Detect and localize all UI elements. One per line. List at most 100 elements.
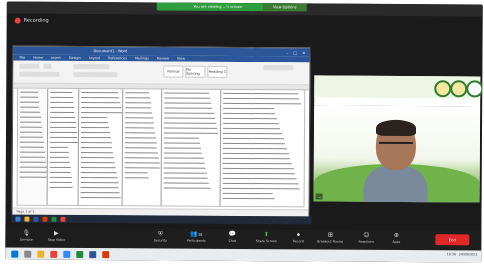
document-table	[16, 87, 306, 208]
text-line	[50, 141, 78, 143]
text-line	[19, 136, 43, 138]
text-line	[223, 197, 275, 200]
ppt-app-icon[interactable]	[102, 250, 110, 258]
word-title: Document1 - Word	[93, 49, 128, 54]
text-line	[223, 152, 289, 155]
text-line	[125, 102, 151, 104]
powerpoint-icon[interactable]	[42, 216, 48, 222]
text-line	[50, 91, 73, 93]
chrome-icon[interactable]	[60, 216, 66, 222]
apps-button[interactable]: ⊕ Apps	[381, 232, 411, 244]
menu-insert[interactable]: Insert	[51, 56, 61, 60]
text-line	[223, 167, 294, 170]
text-line	[81, 92, 119, 94]
explorer-icon[interactable]	[24, 216, 30, 222]
browser-icon[interactable]	[50, 250, 58, 258]
text-line	[125, 147, 158, 149]
style-heading1[interactable]: Heading 1	[207, 65, 228, 78]
monitor-screen: You are viewing ...'s screen View Option…	[5, 1, 483, 263]
menu-mailings[interactable]: Mailings	[135, 56, 149, 60]
paragraph-buttons[interactable]	[73, 63, 110, 70]
text-line	[80, 192, 120, 194]
word-icon[interactable]	[33, 216, 39, 222]
zoom-icon[interactable]	[63, 250, 71, 258]
share-banner[interactable]: You are viewing ...'s screen	[156, 2, 279, 12]
align-buttons[interactable]	[73, 71, 118, 78]
start-icon[interactable]	[15, 216, 21, 222]
text-line	[125, 97, 151, 99]
text-line	[125, 132, 156, 134]
breakout-label: Breakout Rooms	[317, 239, 344, 244]
text-line	[50, 131, 77, 133]
text-line	[80, 162, 115, 164]
logo-3	[466, 80, 483, 98]
excel-icon[interactable]	[51, 216, 57, 222]
chat-label: Chat	[228, 238, 237, 243]
minimize-icon[interactable]: –	[286, 50, 288, 55]
text-line	[125, 117, 153, 119]
text-line	[80, 122, 109, 124]
menu-review[interactable]: Review	[157, 56, 169, 60]
text-line	[163, 132, 219, 134]
end-button[interactable]: End	[435, 234, 470, 246]
word-app-icon[interactable]	[89, 250, 97, 258]
text-line	[50, 96, 73, 98]
security-button[interactable]: ⛨ Security	[145, 230, 175, 242]
editing-buttons[interactable]	[263, 65, 294, 71]
font-box[interactable]	[19, 63, 40, 69]
view-options-button[interactable]: View Options	[262, 3, 307, 12]
text-line	[125, 122, 154, 124]
menu-references[interactable]: References	[108, 56, 127, 60]
folder-icon[interactable]	[37, 250, 45, 258]
participants-button[interactable]: 👥38 Participants	[181, 231, 211, 243]
chat-button[interactable]: 💬 Chat	[217, 231, 247, 243]
record-button[interactable]: ⏺ Record	[283, 231, 313, 243]
text-line	[50, 166, 71, 168]
slide-preview	[314, 75, 483, 107]
speaker-video[interactable]: ...	[313, 105, 481, 203]
menu-layout[interactable]: Layout	[89, 56, 101, 60]
text-line	[223, 102, 302, 105]
menu-view[interactable]: View	[177, 57, 185, 61]
menu-home[interactable]: Home	[33, 56, 43, 60]
recording-indicator[interactable]: Recording	[14, 17, 49, 24]
reactions-button[interactable]: ☺ Reactions	[351, 232, 381, 244]
style-no-spacing[interactable]: No Spacing	[185, 65, 206, 78]
text-line	[223, 117, 278, 120]
windows-start-icon[interactable]	[11, 250, 19, 258]
font-size-box[interactable]	[43, 63, 52, 69]
menu-file[interactable]: File	[19, 56, 25, 60]
text-line	[80, 177, 118, 179]
breakout-button[interactable]: ⊞ Breakout Rooms	[315, 231, 345, 244]
format-buttons[interactable]	[19, 71, 60, 77]
text-line	[223, 192, 273, 195]
maximize-icon[interactable]: □	[293, 50, 297, 55]
share-label: Share Screen	[255, 239, 277, 244]
text-line	[163, 157, 204, 159]
text-line	[223, 177, 297, 180]
text-line	[80, 157, 115, 159]
app-icon-green[interactable]	[76, 250, 84, 258]
record-dot-icon	[14, 17, 21, 24]
text-line	[50, 126, 77, 128]
mute-button[interactable]: 🎙 Unmute	[11, 230, 41, 242]
text-line	[19, 151, 45, 153]
text-line	[163, 107, 213, 109]
mute-label: Unmute	[19, 237, 33, 242]
table-col-4	[122, 89, 162, 206]
text-line	[223, 122, 279, 125]
text-line	[81, 117, 108, 119]
text-line	[124, 162, 160, 164]
video-button[interactable]: ▶ Stop Video	[41, 230, 71, 242]
style-normal[interactable]: Normal	[163, 65, 184, 78]
menu-design[interactable]: Design	[69, 56, 81, 60]
text-line	[163, 102, 212, 104]
system-taskbar: 10:36 24/09/2021	[5, 247, 482, 263]
search-icon[interactable]	[24, 250, 32, 258]
text-line	[19, 171, 47, 173]
share-screen-button[interactable]: ⬆ Share Screen	[251, 231, 281, 243]
text-line	[125, 127, 155, 129]
close-icon[interactable]: ✕	[302, 50, 305, 55]
breakout-icon: ⊞	[327, 231, 333, 239]
page-status: Page 1 of 3	[16, 209, 35, 214]
